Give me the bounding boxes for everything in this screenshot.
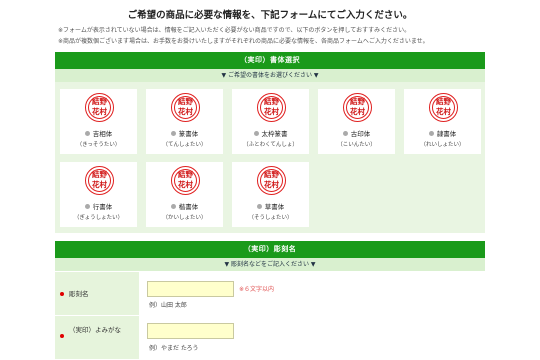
font-name: 太枠篆書 [261,130,288,138]
font-option-6[interactable]: 結野 花村行書体 （ぎょうしょたい） [60,162,137,227]
font-name: 古印体 [350,130,371,138]
font-option-4[interactable]: 結野 花村古印体 （こいんたい） [318,89,395,154]
font-reading: （きっそうたい） [76,142,121,148]
font-option-label[interactable]: 隷書体 [404,128,481,138]
seal-glyph: 結野 花村 [264,97,279,116]
font-option-2[interactable]: 結野 花村篆書体 （てんしょたい） [146,89,223,154]
required-dot-icon [60,292,64,296]
font-option-label[interactable]: 篆書体 [146,128,223,138]
font-option-label[interactable]: 吉相体 [60,128,137,138]
radio-button[interactable] [84,204,90,209]
font-reading: （てんしょたい） [162,142,207,148]
page-title: ご希望の商品に必要な情報を、下記フォームにてご入力ください。 [127,10,413,21]
font-name: 行書体 [92,203,113,211]
font-reading: （れいしょたい） [420,142,465,148]
engrave-name-label: 彫刻名 [69,290,89,298]
font-option-label[interactable]: 古印体 [318,128,395,138]
font-name: 楷書体 [178,203,199,211]
font-option-1[interactable]: 結野 花村吉相体 （きっそうたい） [60,89,137,154]
radio-button[interactable] [256,204,262,209]
reading-example: 例）やまだ たろう [149,345,199,352]
seal-glyph: 結野 花村 [178,170,193,189]
font-option-5[interactable]: 結野 花村隷書体 （れいしょたい） [404,89,481,154]
seal-sosho-icon: 結野 花村 [257,166,286,195]
font-select-section: （実印）書体選択 ▼ ご希望の書体をお選びください ▼ 結野 花村 吉相体 （きっそう… [55,52,485,233]
engrave-section-subtitle: ▼ 彫刻名などをご記入ください ▼ [55,258,485,271]
engrave-name-example: 例）山田 太郎 [149,302,187,309]
radio-button[interactable] [170,131,176,136]
font-option-3[interactable]: 結野 花村太枠篆書 （ふとわくてんしょ） [232,89,309,154]
font-name: 草書体 [264,203,285,211]
seal-glyph: 結野 花村 [92,97,107,116]
font-name: 隷書体 [436,130,457,138]
font-option-label[interactable]: 楷書体 [146,201,223,211]
font-option-label[interactable]: 太枠篆書 [232,128,309,138]
engrave-section-header: （実印）彫刻名 ▼ 彫刻名などをご記入ください ▼ [55,241,485,271]
seal-glyph: 結野 花村 [92,170,107,189]
seal-kisso-icon: 結野 花村 [85,93,114,122]
char-limit-note: ※６文字以内 [239,286,275,293]
seal-reisho-icon: 結野 花村 [429,93,458,122]
seal-tensho-icon: 結野 花村 [171,93,200,122]
font-reading: （こいんたい） [337,142,376,148]
reading-label: （実印）よみがな [69,326,121,334]
seal-glyph: 結野 花村 [264,170,279,189]
seal-futowaku-icon: 結野 花村 [257,93,286,122]
engrave-name-row: 彫刻名 ※６文字以内 例）山田 太郎 [55,272,485,316]
reading-row: （実印）よみがな 例）やまだ たろう [55,316,485,360]
font-name: 篆書体 [178,130,199,138]
radio-button[interactable] [428,131,434,136]
font-reading: （ふとわくてんしょ） [243,142,298,148]
font-section-subtitle: ▼ ご希望の書体をお選びください ▼ [55,69,485,82]
font-name: 吉相体 [92,130,113,138]
seal-gyosho-icon: 結野 花村 [85,166,114,195]
engrave-name-input[interactable] [147,281,234,297]
reading-input[interactable] [147,323,234,339]
font-reading: （かいしょたい） [162,215,207,221]
engrave-name-label-cell: 彫刻名 [55,272,139,316]
radio-button[interactable] [342,131,348,136]
note-line-2: ※商品が複数個ございます場合は、お手数をお掛けいたしますがそれぞれの商品に必要な… [58,38,429,45]
font-option-label[interactable]: 草書体 [232,201,309,211]
font-option-8[interactable]: 結野 花村草書体 （そうしょたい） [232,162,309,227]
seal-glyph: 結野 花村 [350,97,365,116]
engrave-section-title: （実印）彫刻名 [55,241,485,258]
instructions: ※フォームが表示されていない場合は、情報をご記入いただく必要がない商品ですので、… [58,25,429,47]
font-reading: （そうしょたい） [248,215,293,221]
font-option-7[interactable]: 結野 花村楷書体 （かいしょたい） [146,162,223,227]
required-dot-icon [60,334,64,338]
radio-button[interactable] [253,131,259,136]
font-options-grid: 結野 花村 吉相体 （きっそうたい） 結野 花村 篆書体 （てんしょたい） 結野 花村 太枠篆書 （ふ… [55,82,485,233]
seal-glyph: 結野 花村 [436,97,451,116]
seal-koin-icon: 結野 花村 [343,93,372,122]
radio-button[interactable] [84,131,90,136]
font-option-label[interactable]: 行書体 [60,201,137,211]
reading-label-cell: （実印）よみがな [55,316,139,360]
seal-kaisho-icon: 結野 花村 [171,166,200,195]
font-reading: （ぎょうしょたい） [73,215,124,221]
font-section-title: （実印）書体選択 [55,52,485,69]
note-line-1: ※フォームが表示されていない場合は、情報をご記入いただく必要がない商品ですので、… [58,27,411,34]
seal-glyph: 結野 花村 [178,97,193,116]
radio-button[interactable] [170,204,176,209]
